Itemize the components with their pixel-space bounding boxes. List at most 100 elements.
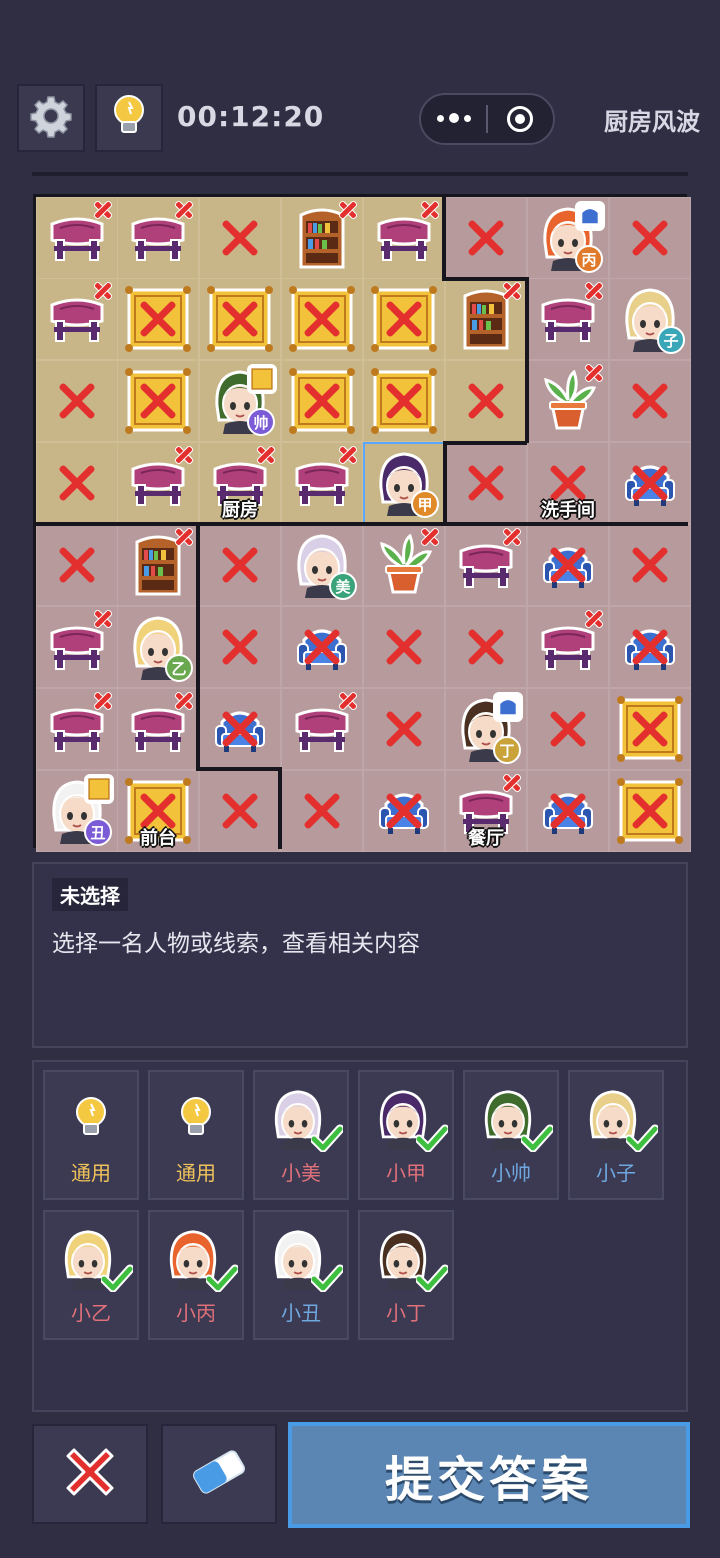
board-cell[interactable] [363,770,445,852]
hint-card[interactable]: 通用 [43,1070,139,1200]
board-cell[interactable] [527,688,609,770]
board-cell[interactable] [363,278,445,360]
board-cell[interactable] [36,278,118,360]
character-tag: 丁 [493,736,521,764]
card-label: 小美 [281,1161,321,1185]
board-cell[interactable] [363,524,445,606]
character-card[interactable]: 小甲 [358,1070,454,1200]
eraser-button[interactable] [161,1424,277,1524]
cross-mark-icon [630,627,670,667]
board-cell[interactable] [199,770,281,852]
board-cell[interactable] [117,688,199,770]
cross-mark-icon [220,545,260,585]
board-cell[interactable] [281,606,363,688]
character-tag: 子 [657,326,685,354]
board-cell[interactable] [36,524,118,606]
board-cell[interactable] [363,360,445,442]
settings-button[interactable] [17,84,85,152]
board-cell[interactable] [527,524,609,606]
board-cell[interactable] [199,278,281,360]
board-cell[interactable]: 餐厅 [445,770,527,852]
character-card[interactable]: 小乙 [43,1210,139,1340]
board-cell[interactable] [281,197,363,279]
board-cell[interactable] [609,688,691,770]
board-cell[interactable] [199,688,281,770]
card-label: 通用 [176,1161,216,1185]
board-cell[interactable] [281,360,363,442]
board-cell[interactable]: 子 [609,278,691,360]
small-cross-mark-icon [503,774,521,792]
board-cell[interactable] [36,360,118,442]
character-card[interactable]: 小帅 [463,1070,559,1200]
board-cell[interactable] [609,360,691,442]
board-cell[interactable] [199,197,281,279]
cross-mark-icon [384,791,424,831]
board-cell[interactable] [117,360,199,442]
board-cell[interactable] [363,197,445,279]
capsule-close-icon [507,106,534,132]
board-cell[interactable] [117,442,199,524]
board-cell[interactable] [445,278,527,360]
board-cell[interactable]: 丙 [527,197,609,279]
board-cell[interactable]: 美 [281,524,363,606]
board-cell[interactable]: 前台 [117,770,199,852]
board-cell[interactable] [117,197,199,279]
board-cell[interactable] [199,524,281,606]
board-cell[interactable] [36,197,118,279]
character-card[interactable]: 小丁 [358,1210,454,1340]
small-cross-mark-icon [421,201,439,219]
board-cell[interactable] [36,688,118,770]
board-cell[interactable] [609,770,691,852]
board-cell[interactable] [445,606,527,688]
hint-card[interactable]: 通用 [148,1070,244,1200]
board-cell[interactable] [445,524,527,606]
board-cell[interactable] [36,606,118,688]
board-cell[interactable] [609,197,691,279]
board-cell[interactable] [281,688,363,770]
board-cell[interactable] [445,197,527,279]
capsule-close-button[interactable] [488,95,553,143]
board-cell[interactable]: 厨房 [199,442,281,524]
board-cell[interactable] [117,524,199,606]
board-cell[interactable]: 洗手间 [527,442,609,524]
character-card[interactable]: 小丑 [253,1210,349,1340]
room-label: 洗手间 [541,500,595,521]
character-card[interactable]: 小美 [253,1070,349,1200]
board-cell[interactable] [527,360,609,442]
board-cell[interactable] [609,524,691,606]
more-dots-icon [436,113,471,124]
board-cell[interactable] [609,606,691,688]
more-button[interactable] [421,95,486,143]
board-cell[interactable]: 乙 [117,606,199,688]
board-cell[interactable] [199,606,281,688]
mark-x-button[interactable] [32,1424,148,1524]
room-wall [442,277,526,281]
chair-clue-icon [493,692,523,722]
board-cell[interactable]: 帅 [199,360,281,442]
character-card[interactable]: 小丙 [148,1210,244,1340]
cross-mark-icon [630,709,670,749]
board-cell[interactable] [281,278,363,360]
board-cell[interactable]: 丁 [445,688,527,770]
board-cell[interactable] [527,606,609,688]
board-cell[interactable] [445,442,527,524]
board-cell[interactable] [445,360,527,442]
board-cell[interactable] [527,278,609,360]
board-cell[interactable] [281,442,363,524]
board-cell[interactable]: 丑 [36,770,118,852]
submit-answer-button[interactable]: 提交答案 [288,1422,690,1528]
character-card[interactable]: 小子 [568,1070,664,1200]
cross-mark-icon [466,627,506,667]
small-cross-mark-icon [94,201,112,219]
board-cell[interactable] [363,606,445,688]
card-label: 小乙 [71,1301,111,1325]
board-cell[interactable] [527,770,609,852]
board-cell[interactable]: 甲 [363,442,445,524]
board-cell[interactable] [281,770,363,852]
board-cell[interactable] [117,278,199,360]
board-cell[interactable] [36,442,118,524]
small-cross-mark-icon [175,201,193,219]
board-cell[interactable] [363,688,445,770]
board-cell[interactable] [609,442,691,524]
hint-button[interactable] [95,84,163,152]
